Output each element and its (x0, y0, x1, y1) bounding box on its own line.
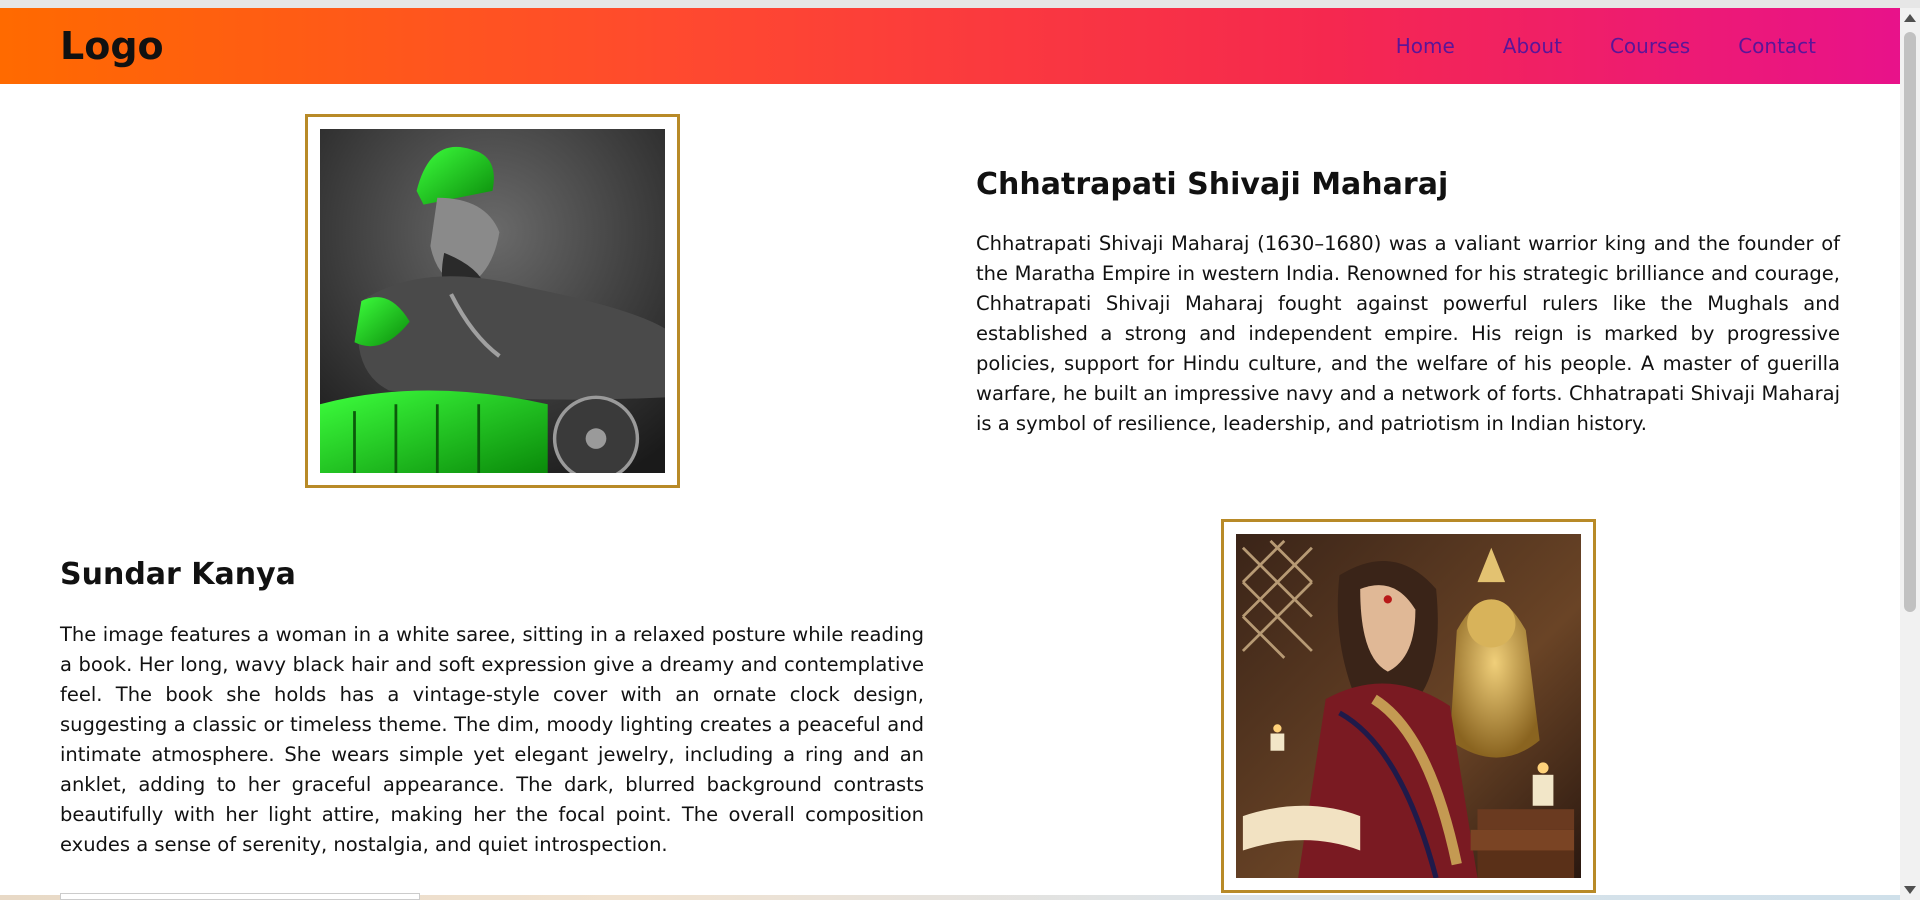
main-content: Chhatrapati Shivaji Maharaj Chhatrapati … (0, 84, 1900, 900)
nav-link-courses[interactable]: Courses (1610, 34, 1690, 58)
browser-top-strip (0, 0, 1920, 8)
nav-link-contact[interactable]: Contact (1738, 34, 1816, 58)
sundar-kanya-image (1236, 534, 1581, 878)
nav-link-about[interactable]: About (1503, 34, 1562, 58)
section-text-sundar-kanya: The image features a woman in a white sa… (60, 623, 924, 856)
navbar: Logo Home About Courses Contact (0, 8, 1900, 84)
section-title-sundar-kanya: Sundar Kanya (60, 557, 296, 592)
section-title-shivaji: Chhatrapati Shivaji Maharaj (976, 167, 1449, 202)
scroll-up-arrow-icon[interactable] (1904, 14, 1916, 22)
scroll-down-arrow-icon[interactable] (1904, 886, 1916, 894)
nav-link-home[interactable]: Home (1396, 34, 1455, 58)
section-text-shivaji: Chhatrapati Shivaji Maharaj (1630–1680) … (976, 232, 1840, 435)
sundar-kanya-image-frame (1221, 519, 1596, 893)
vertical-scrollbar[interactable] (1900, 8, 1920, 900)
site-logo[interactable]: Logo (60, 24, 164, 68)
bottom-partial-card (60, 893, 420, 900)
scroll-thumb[interactable] (1904, 32, 1916, 612)
shivaji-image (320, 129, 665, 473)
nav-menu: Home About Courses Contact (1396, 34, 1816, 58)
shivaji-image-frame (305, 114, 680, 488)
